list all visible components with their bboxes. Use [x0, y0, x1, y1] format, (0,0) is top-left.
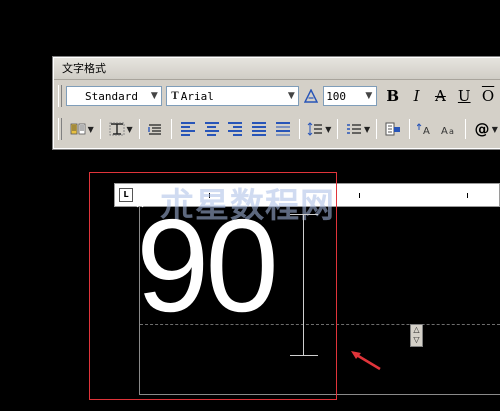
align-right-icon[interactable]	[225, 118, 247, 140]
svg-text:A: A	[441, 126, 448, 136]
chevron-down-icon[interactable]: ▼	[147, 87, 161, 105]
arrow-down-icon[interactable]: ▽	[411, 335, 422, 345]
svg-text:a: a	[449, 127, 454, 136]
arrow-up-icon[interactable]: △	[411, 325, 422, 335]
distribute-icon[interactable]	[272, 118, 294, 140]
divider	[337, 119, 339, 139]
style-select-value: Standard	[84, 89, 138, 103]
toolbar-title: 文字格式	[54, 58, 500, 80]
lowercase-icon[interactable]: Aa	[438, 118, 460, 140]
divider	[138, 119, 140, 139]
ruler-tick	[359, 193, 360, 198]
underline-button[interactable]: U	[453, 85, 475, 107]
numbering-icon[interactable]	[343, 118, 365, 140]
divider	[171, 119, 173, 139]
svg-text:A: A	[423, 126, 430, 136]
align-left-icon[interactable]	[177, 118, 199, 140]
ruler-tick	[467, 193, 468, 198]
highlight-box	[89, 172, 337, 400]
font-select-value: Arial	[180, 89, 214, 103]
bold-button[interactable]: B	[382, 85, 404, 107]
strikethrough-button[interactable]: A	[429, 85, 451, 107]
columns-icon[interactable]	[67, 118, 89, 140]
paragraph-icon[interactable]	[145, 118, 167, 140]
pointer-arrow-icon	[351, 351, 381, 371]
insert-field-icon[interactable]	[382, 118, 404, 140]
mtext-justification-icon[interactable]	[106, 118, 128, 140]
row-grip[interactable]	[58, 118, 62, 140]
overline-button[interactable]: O	[477, 85, 499, 107]
divider	[99, 119, 101, 139]
toolbar-row-2: ▼ ▼ ▼ ▼ A Aa @ ▼	[58, 115, 500, 143]
text-height-value: 100	[326, 89, 347, 103]
toolbar-row-1: Standard ▼ T Arial ▼ 100 ▼ B I A U O	[58, 82, 500, 110]
font-select[interactable]: T Arial ▼	[166, 86, 300, 106]
text-height-select[interactable]: 100 ▼	[323, 86, 377, 106]
divider	[298, 119, 300, 139]
italic-button[interactable]: I	[406, 85, 428, 107]
editor-resize-arrows[interactable]: △ ▽	[410, 324, 423, 347]
align-center-icon[interactable]	[201, 118, 223, 140]
row-grip[interactable]	[58, 85, 62, 107]
truetype-icon: T	[171, 90, 179, 102]
divider	[376, 119, 378, 139]
divider	[408, 119, 410, 139]
annotative-icon[interactable]	[300, 85, 322, 107]
style-select[interactable]: Standard ▼	[65, 86, 163, 106]
chevron-down-icon[interactable]: ▼	[284, 87, 298, 105]
uppercase-icon[interactable]: A	[415, 118, 437, 140]
symbol-icon[interactable]: @	[471, 118, 493, 140]
divider	[465, 119, 467, 139]
justify-icon[interactable]	[248, 118, 270, 140]
chevron-down-icon[interactable]: ▼	[362, 87, 376, 105]
text-format-toolbar: 文字格式 Standard ▼ T Arial ▼ 100 ▼ B I A U …	[53, 57, 500, 149]
line-spacing-icon[interactable]	[305, 118, 327, 140]
